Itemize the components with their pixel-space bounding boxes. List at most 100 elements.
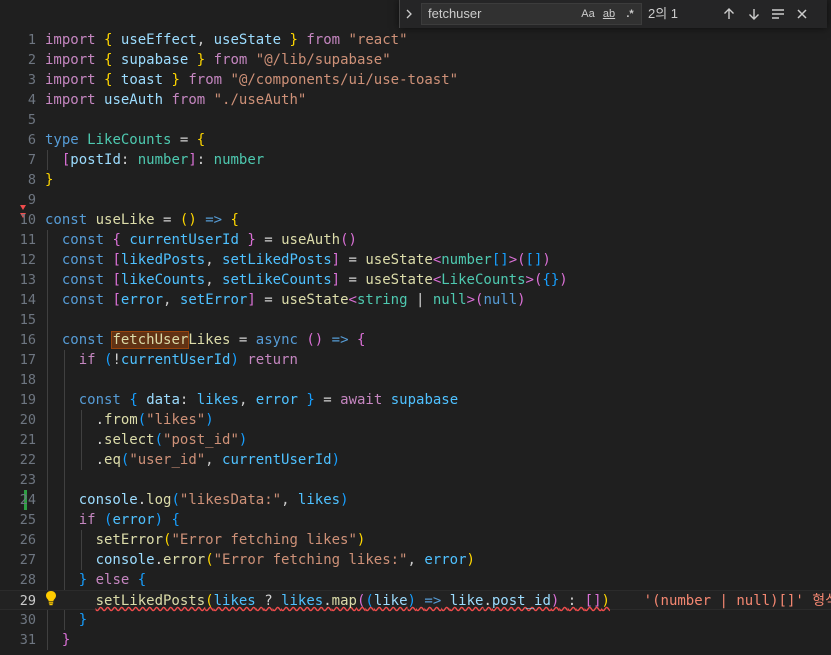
code-text[interactable]: import useAuth from "./useAuth"	[45, 90, 306, 110]
code-text[interactable]: import { useEffect, useState } from "rea…	[45, 30, 408, 50]
line-number: 28	[19, 572, 36, 588]
line-number: 9	[27, 192, 36, 208]
code-line[interactable]: 28 } else {	[0, 570, 831, 590]
line-number: 30	[19, 612, 36, 628]
line-number: 31	[19, 632, 36, 648]
code-line[interactable]: 18	[0, 370, 831, 390]
lightbulb-icon[interactable]	[44, 590, 58, 606]
code-line[interactable]: 9	[0, 190, 831, 210]
line-number: 11	[19, 232, 36, 248]
line-number: 12	[19, 252, 36, 268]
code-text[interactable]: const useLike = () => {	[45, 210, 239, 230]
code-line[interactable]: 15	[0, 310, 831, 330]
code-text[interactable]: .eq("user_id", currentUserId)	[45, 450, 340, 470]
code-line[interactable]: 19 const { data: likes, error } = await …	[0, 390, 831, 410]
line-number: 4	[27, 92, 36, 108]
type-error-squiggle[interactable]: setLikedPosts(likes ? likes.map((like) =…	[96, 593, 610, 609]
code-line[interactable]: 13 const [likeCounts, setLikeCounts] = u…	[0, 270, 831, 290]
line-number: 27	[19, 552, 36, 568]
code-line[interactable]: 12 const [likedPosts, setLikedPosts] = u…	[0, 250, 831, 270]
chevron-right-icon	[406, 9, 412, 19]
line-number: 10	[19, 212, 36, 228]
search-match-highlight: fetchUser	[111, 331, 190, 349]
line-number: 5	[27, 112, 36, 128]
code-line[interactable]: 8 }	[0, 170, 831, 190]
code-text[interactable]: const [error, setError] = useState<strin…	[45, 290, 526, 310]
toggle-replace-button[interactable]	[400, 0, 418, 28]
code-line[interactable]: 25 if (error) {	[0, 510, 831, 530]
inline-error-message: '(number | null)[]' 형식의	[643, 593, 831, 609]
code-line[interactable]: 7 [postId: number]: number	[0, 150, 831, 170]
code-line[interactable]: 10 const useLike = () => {	[0, 210, 831, 230]
code-text[interactable]: const [likeCounts, setLikeCounts] = useS…	[45, 270, 568, 290]
code-text[interactable]: if (!currentUserId) return	[45, 350, 298, 370]
line-number: 6	[27, 132, 36, 148]
code-text[interactable]: const { data: likes, error } = await sup…	[45, 390, 458, 410]
code-line[interactable]: 24 console.log("likesData:", likes)	[0, 490, 831, 510]
find-in-selection-button[interactable]	[768, 4, 788, 24]
line-number: 7	[27, 152, 36, 168]
find-widget: Aa ab .* 2의 1	[399, 0, 827, 28]
line-number: 25	[19, 512, 36, 528]
code-editor[interactable]: 1 import { useEffect, useState } from "r…	[0, 0, 831, 655]
code-text[interactable]: const { currentUserId } = useAuth()	[45, 230, 357, 250]
line-number: 20	[19, 412, 36, 428]
code-text[interactable]: const fetchUserLikes = async () => {	[45, 330, 365, 350]
code-line[interactable]: 20 .from("likes")	[0, 410, 831, 430]
line-number: 2	[27, 52, 36, 68]
code-line[interactable]: 16 const fetchUserLikes = async () => {	[0, 330, 831, 350]
arrow-up-icon	[724, 8, 734, 19]
line-number: 1	[27, 32, 36, 48]
line-number: 19	[19, 392, 36, 408]
code-line[interactable]: 14 const [error, setError] = useState<st…	[0, 290, 831, 310]
code-text[interactable]: setError("Error fetching likes")	[45, 530, 366, 550]
code-text[interactable]: import { toast } from "@/components/ui/u…	[45, 70, 458, 90]
close-find-button[interactable]	[792, 4, 812, 24]
code-text[interactable]: const [likedPosts, setLikedPosts] = useS…	[45, 250, 551, 270]
code-text[interactable]: .select("post_id")	[45, 430, 248, 450]
code-text[interactable]: .from("likes")	[45, 410, 214, 430]
code-text[interactable]: [postId: number]: number	[45, 150, 264, 170]
whole-word-toggle[interactable]: ab	[600, 6, 618, 22]
code-line[interactable]: 26 setError("Error fetching likes")	[0, 530, 831, 550]
code-line[interactable]: 5	[0, 110, 831, 130]
next-match-button[interactable]	[744, 4, 764, 24]
find-in-selection-icon	[772, 9, 784, 19]
code-line[interactable]: 3 import { toast } from "@/components/ui…	[0, 70, 831, 90]
code-line[interactable]: 1 import { useEffect, useState } from "r…	[0, 30, 831, 50]
code-text[interactable]: if (error) {	[45, 510, 180, 530]
code-text[interactable]: console.error("Error fetching likes:", e…	[45, 550, 475, 570]
line-number: 22	[19, 452, 36, 468]
code-line[interactable]: 22 .eq("user_id", currentUserId)	[0, 450, 831, 470]
line-number: 29	[19, 593, 36, 609]
code-line[interactable]: 11 const { currentUserId } = useAuth()	[0, 230, 831, 250]
code-text[interactable]: import { supabase } from "@/lib/supabase…	[45, 50, 391, 70]
previous-match-button[interactable]	[719, 4, 739, 24]
code-line-current[interactable]: 29 setLikedPosts(likes ? likes.map((like…	[0, 590, 831, 610]
code-line[interactable]: 30 }	[0, 610, 831, 630]
code-text[interactable]: }	[45, 170, 53, 190]
code-text[interactable]: } else {	[45, 570, 146, 590]
code-text[interactable]: console.log("likesData:", likes)	[45, 490, 349, 510]
code-line[interactable]: 21 .select("post_id")	[0, 430, 831, 450]
code-text[interactable]: setLikedPosts(likes ? likes.map((like) =…	[45, 591, 831, 611]
line-number: 24	[19, 492, 36, 508]
code-line[interactable]: 17 if (!currentUserId) return	[0, 350, 831, 370]
code-text[interactable]: }	[45, 610, 87, 630]
find-input[interactable]	[428, 4, 568, 24]
code-line[interactable]: 2 import { supabase } from "@/lib/supaba…	[0, 50, 831, 70]
code-line[interactable]: 4 import useAuth from "./useAuth"	[0, 90, 831, 110]
code-line[interactable]: 6 type LikeCounts = {	[0, 130, 831, 150]
regex-toggle[interactable]: .*	[621, 6, 639, 22]
arrow-down-icon	[749, 9, 759, 20]
code-text[interactable]: type LikeCounts = {	[45, 130, 205, 150]
code-line[interactable]: 31 }	[0, 630, 831, 650]
line-number: 3	[27, 72, 36, 88]
find-input-box: Aa ab .*	[421, 3, 642, 25]
code-text[interactable]: }	[45, 630, 70, 650]
line-number: 26	[19, 532, 36, 548]
line-number: 18	[19, 372, 36, 388]
code-line[interactable]: 27 console.error("Error fetching likes:"…	[0, 550, 831, 570]
match-case-toggle[interactable]: Aa	[579, 6, 597, 22]
code-line[interactable]: 23	[0, 470, 831, 490]
